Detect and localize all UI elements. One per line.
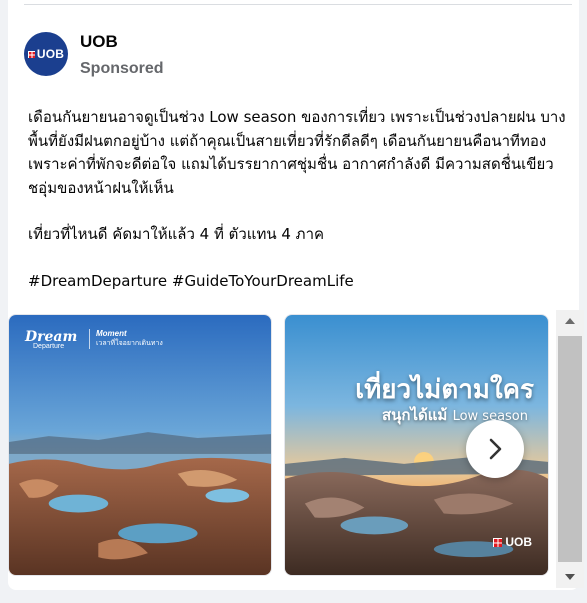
moment-subtitle: เวลาที่ใจอยากเดินทาง: [96, 340, 163, 347]
carousel-slide-1[interactable]: Dream Departure Moment เวลาที่ใจอยากเดิน…: [8, 314, 272, 576]
slide-brand-text: UOB: [505, 535, 532, 549]
moment-tag: Moment เวลาที่ใจอยากเดินทาง: [89, 329, 163, 349]
slide-sub-main: สนุกได้แม้: [381, 406, 448, 424]
ad-post-card: UOB UOB Sponsored เดือนกันยายนอาจดูเป็นช…: [8, 0, 579, 590]
hashtags[interactable]: #DreamDeparture #GuideToYourDreamLife: [28, 270, 568, 294]
carousel-next-button[interactable]: [466, 420, 524, 478]
triangle-up-icon: [565, 318, 575, 324]
rock-landscape-image: [9, 315, 271, 575]
post-text: เดือนกันยายนอาจดูเป็นช่วง Low season ของ…: [28, 106, 568, 293]
avatar[interactable]: UOB: [24, 32, 68, 76]
divider: [24, 4, 572, 5]
post-paragraph: เดือนกันยายนอาจดูเป็นช่วง Low season ของ…: [28, 108, 566, 197]
scrollbar-thumb[interactable]: [558, 336, 582, 562]
image-carousel: Dream Departure Moment เวลาที่ใจอยากเดิน…: [8, 314, 556, 576]
scroll-down-button[interactable]: [556, 566, 584, 588]
uob-logo-icon: [27, 50, 35, 58]
avatar-text: UOB: [36, 47, 65, 61]
slide-brand: UOB: [493, 535, 532, 549]
chevron-right-icon: [489, 438, 502, 460]
uob-logo-icon: [493, 537, 503, 547]
page-name[interactable]: UOB: [80, 32, 118, 52]
post-paragraph: เที่ยวที่ไหนดี คัดมาให้แล้ว 4 ที่ ตัวแทน…: [28, 225, 325, 243]
moment-title: Moment: [96, 329, 127, 338]
dream-departure-logo: Dream Departure: [25, 329, 77, 350]
scroll-up-button[interactable]: [556, 310, 584, 332]
vertical-scrollbar[interactable]: [556, 310, 584, 588]
sponsored-label[interactable]: Sponsored: [80, 60, 164, 78]
triangle-down-icon: [565, 574, 575, 580]
